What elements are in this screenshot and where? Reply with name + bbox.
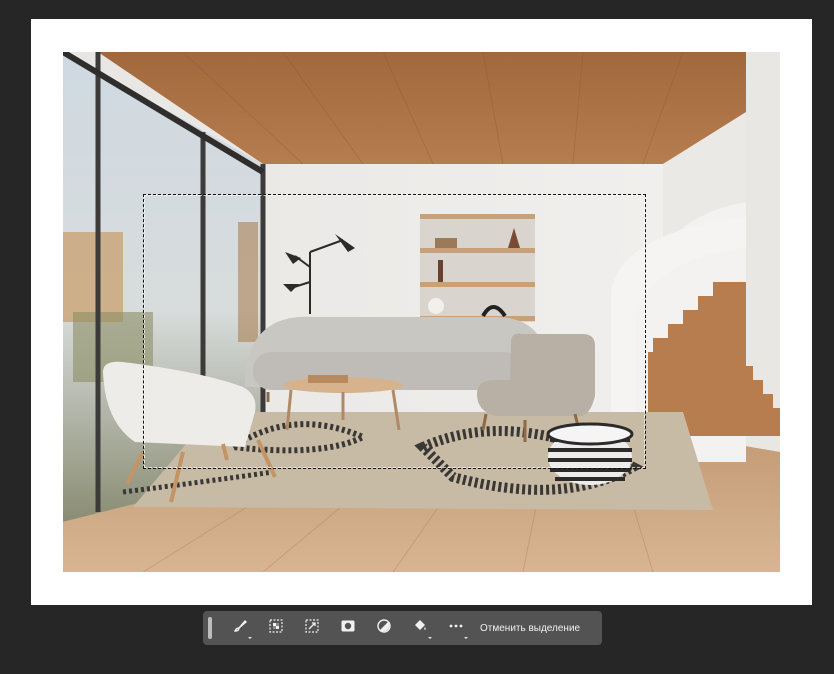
canvas-workspace[interactable] <box>0 0 834 606</box>
taskbar-drag-handle[interactable] <box>208 617 212 639</box>
selection-marquee[interactable] <box>143 194 646 469</box>
select-subject-button[interactable] <box>258 614 294 642</box>
mask-button[interactable] <box>330 614 366 642</box>
adjustment-layer-icon <box>376 618 392 639</box>
fill-bucket-icon <box>412 618 428 639</box>
mask-icon <box>340 618 356 639</box>
contextual-taskbar: Отменить выделение <box>203 611 602 645</box>
fill-button[interactable] <box>402 614 438 642</box>
submenu-indicator <box>248 637 252 639</box>
brush-tool-button[interactable] <box>222 614 258 642</box>
more-options-icon <box>448 618 464 639</box>
transform-selection-icon <box>304 618 320 639</box>
adjustment-layer-button[interactable] <box>366 614 402 642</box>
deselect-button[interactable]: Отменить выделение <box>480 623 580 634</box>
transform-selection-button[interactable] <box>294 614 330 642</box>
select-subject-icon <box>268 618 284 639</box>
brush-tool-icon <box>232 618 248 639</box>
more-options-button[interactable] <box>438 614 474 642</box>
submenu-indicator <box>428 637 432 639</box>
submenu-indicator <box>464 637 468 639</box>
